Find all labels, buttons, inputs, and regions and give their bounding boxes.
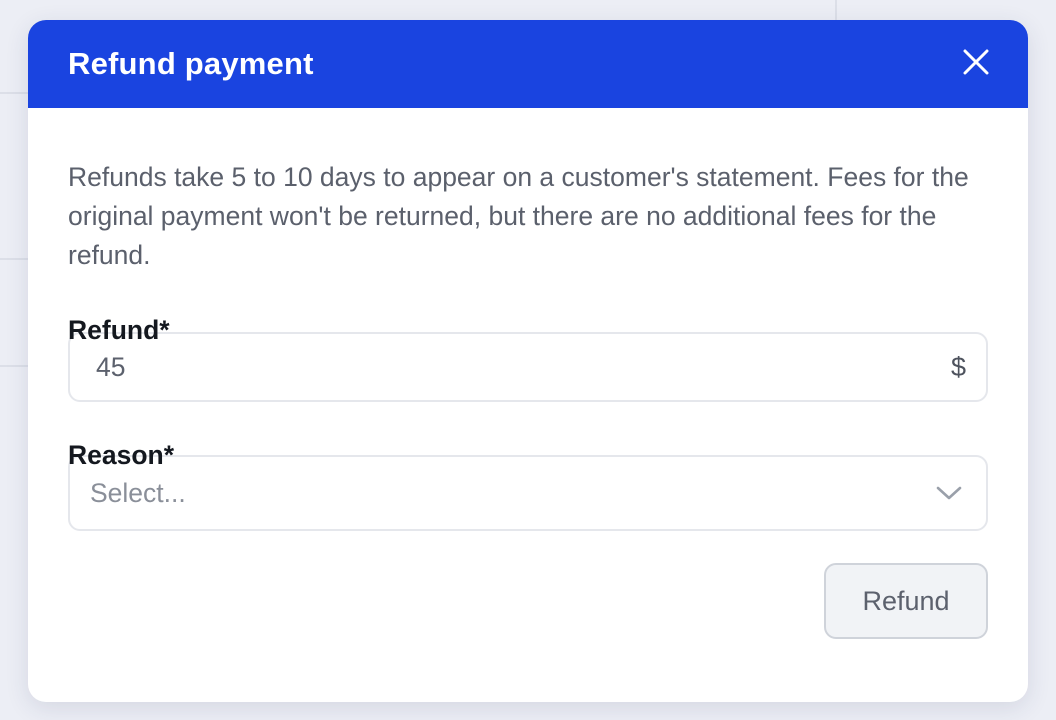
currency-suffix: $: [950, 351, 966, 382]
background-divider: [0, 258, 28, 260]
refund-amount-input[interactable]: 45 $: [68, 332, 988, 402]
background-divider: [835, 0, 837, 20]
refund-description: Refunds take 5 to 10 days to appear on a…: [68, 162, 969, 270]
reason-select[interactable]: Select...: [68, 455, 988, 531]
modal-body: Refunds take 5 to 10 days to appear on a…: [28, 108, 1028, 639]
close-button[interactable]: [956, 42, 996, 82]
modal-actions: Refund: [68, 563, 988, 639]
modal-title: Refund payment: [68, 46, 314, 81]
close-icon: [963, 49, 989, 75]
refund-modal: Refund payment Refunds take 5 to 10 days…: [28, 20, 1028, 702]
refund-amount-value: 45: [96, 351, 126, 382]
reason-placeholder: Select...: [90, 477, 186, 508]
chevron-down-icon: [936, 486, 962, 500]
refund-button[interactable]: Refund: [824, 563, 988, 639]
modal-header: Refund payment: [28, 20, 1028, 108]
background-divider: [0, 365, 28, 367]
background-divider: [0, 92, 28, 94]
